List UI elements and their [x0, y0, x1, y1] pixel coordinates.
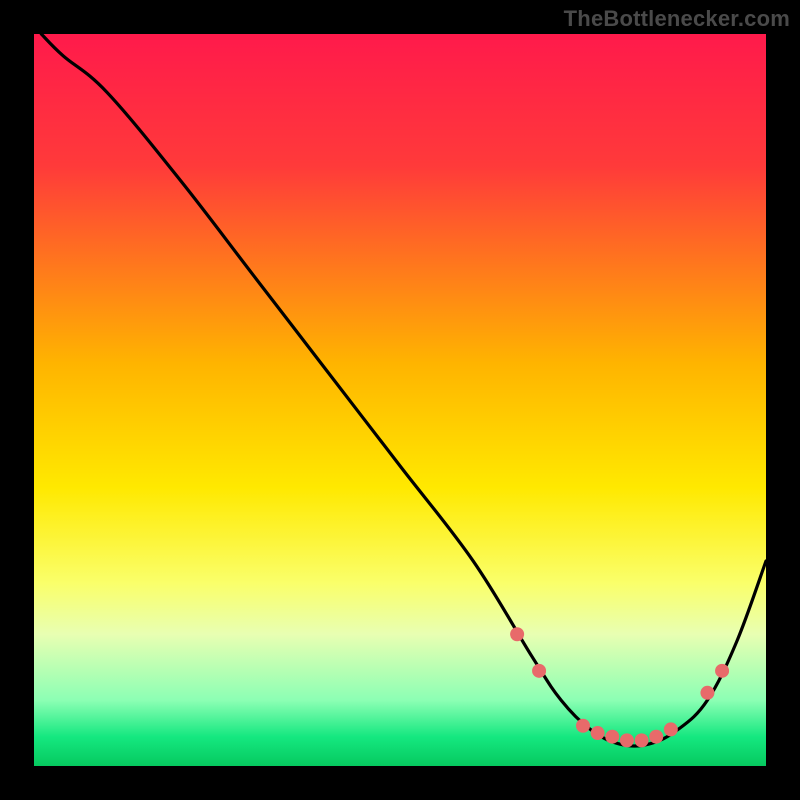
attribution-label: TheBottlenecker.com [564, 6, 790, 32]
marker-dot [591, 726, 605, 740]
marker-dot [510, 627, 524, 641]
gradient-background [34, 34, 766, 766]
marker-dot [605, 730, 619, 744]
marker-dot [576, 719, 590, 733]
marker-dot [620, 733, 634, 747]
marker-dot [664, 722, 678, 736]
marker-dot [649, 730, 663, 744]
marker-dot [635, 733, 649, 747]
marker-dot [700, 686, 714, 700]
marker-dot [715, 664, 729, 678]
plot-frame [34, 34, 766, 766]
chart-container: TheBottlenecker.com [0, 0, 800, 800]
marker-dot [532, 664, 546, 678]
plot-svg [34, 34, 766, 766]
